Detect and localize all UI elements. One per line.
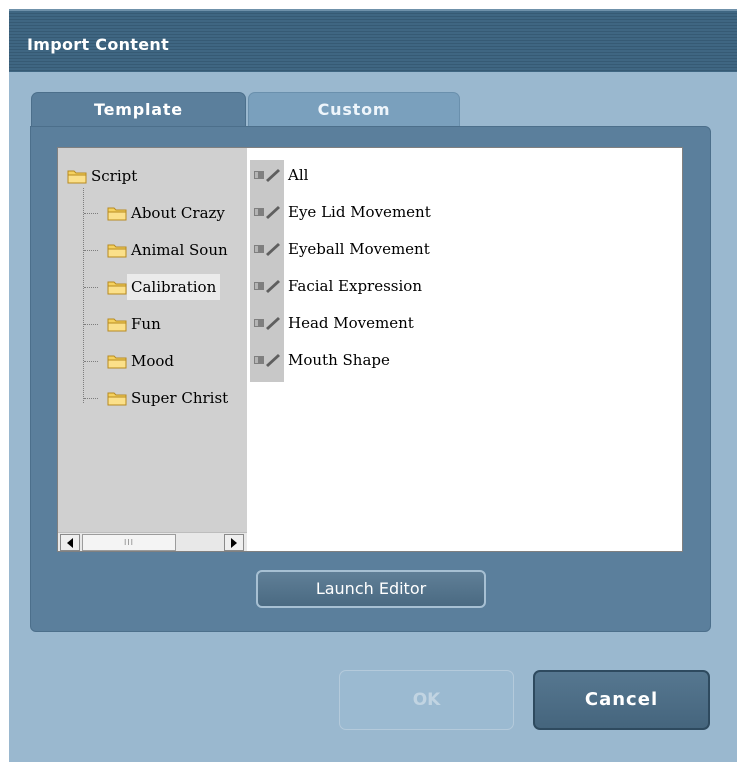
- tree-item-folder[interactable]: About Crazy: [103, 200, 247, 226]
- list-item[interactable]: Mouth Shape: [250, 345, 550, 382]
- list-item[interactable]: Head Movement: [250, 308, 550, 345]
- title-bar[interactable]: Import Content: [9, 9, 737, 72]
- content-type-icon: [254, 280, 280, 293]
- content-type-icon: [250, 197, 284, 234]
- tree-item-label: Fun: [131, 315, 161, 333]
- tree-item-script[interactable]: Script: [65, 163, 245, 189]
- list-item-label: Eyeball Movement: [288, 240, 430, 258]
- content-type-icon: [254, 169, 280, 182]
- arrow-left-icon: [67, 537, 73, 548]
- tree-item-label: Script: [91, 167, 138, 185]
- list-item-label: Eye Lid Movement: [288, 203, 431, 221]
- scroll-left-button[interactable]: [60, 534, 80, 551]
- list-item-label: Head Movement: [288, 314, 414, 332]
- folder-icon: [107, 207, 127, 221]
- content-type-icon: [250, 234, 284, 271]
- launch-editor-button[interactable]: Launch Editor: [256, 570, 486, 608]
- list-item[interactable]: Eyeball Movement: [250, 234, 550, 271]
- tree-connector-line: [84, 287, 98, 288]
- tab-template[interactable]: Template: [31, 92, 246, 128]
- tree-connector-line: [83, 188, 84, 403]
- content-type-icon: [250, 308, 284, 345]
- folder-icon: [107, 355, 127, 369]
- list-item[interactable]: Facial Expression: [250, 271, 550, 308]
- tree-item-folder-selected[interactable]: Calibration: [103, 274, 247, 300]
- tree-item-label: About Crazy: [131, 204, 225, 222]
- tree-connector-line: [84, 398, 98, 399]
- content-type-icon: [254, 243, 280, 256]
- folder-icon: [107, 318, 127, 332]
- tree-connector-line: [84, 250, 98, 251]
- scroll-right-button[interactable]: [224, 534, 244, 551]
- cancel-button[interactable]: Cancel: [533, 670, 710, 730]
- content-type-icon: [250, 160, 284, 197]
- tree-item-label: Super Christ: [131, 389, 229, 407]
- content-type-icon: [254, 206, 280, 219]
- tree-item-label: Animal Soun: [131, 241, 228, 259]
- tree-item-label: Calibration: [127, 274, 221, 300]
- content-type-icon: [254, 354, 280, 367]
- list-item-label: All: [288, 166, 309, 184]
- tree-item-folder[interactable]: Fun: [103, 311, 247, 337]
- tree-item-folder[interactable]: Animal Soun: [103, 237, 247, 263]
- folder-icon: [107, 281, 127, 295]
- list-item[interactable]: Eye Lid Movement: [250, 197, 550, 234]
- ok-button[interactable]: OK: [339, 670, 514, 730]
- folder-icon: [67, 170, 87, 184]
- list-item-label: Mouth Shape: [288, 351, 390, 369]
- list-item[interactable]: All: [250, 160, 550, 197]
- tab-custom[interactable]: Custom: [248, 92, 460, 128]
- content-type-icon: [250, 345, 284, 382]
- tree-connector-line: [84, 361, 98, 362]
- window-title: Import Content: [27, 35, 170, 54]
- tree-connector-line: [84, 213, 98, 214]
- tree-connector-line: [84, 324, 98, 325]
- folder-icon: [107, 392, 127, 406]
- tree-item-folder[interactable]: Mood: [103, 348, 247, 374]
- list-item-label: Facial Expression: [288, 277, 422, 295]
- folder-icon: [107, 244, 127, 258]
- tree-horizontal-scrollbar[interactable]: III: [58, 532, 247, 551]
- content-type-icon: [250, 271, 284, 308]
- content-type-icon: [254, 317, 280, 330]
- arrow-right-icon: [231, 537, 237, 548]
- scrollbar-thumb[interactable]: III: [82, 534, 176, 551]
- tree-item-folder[interactable]: Super Christ: [103, 385, 247, 411]
- tree-item-label: Mood: [131, 352, 175, 370]
